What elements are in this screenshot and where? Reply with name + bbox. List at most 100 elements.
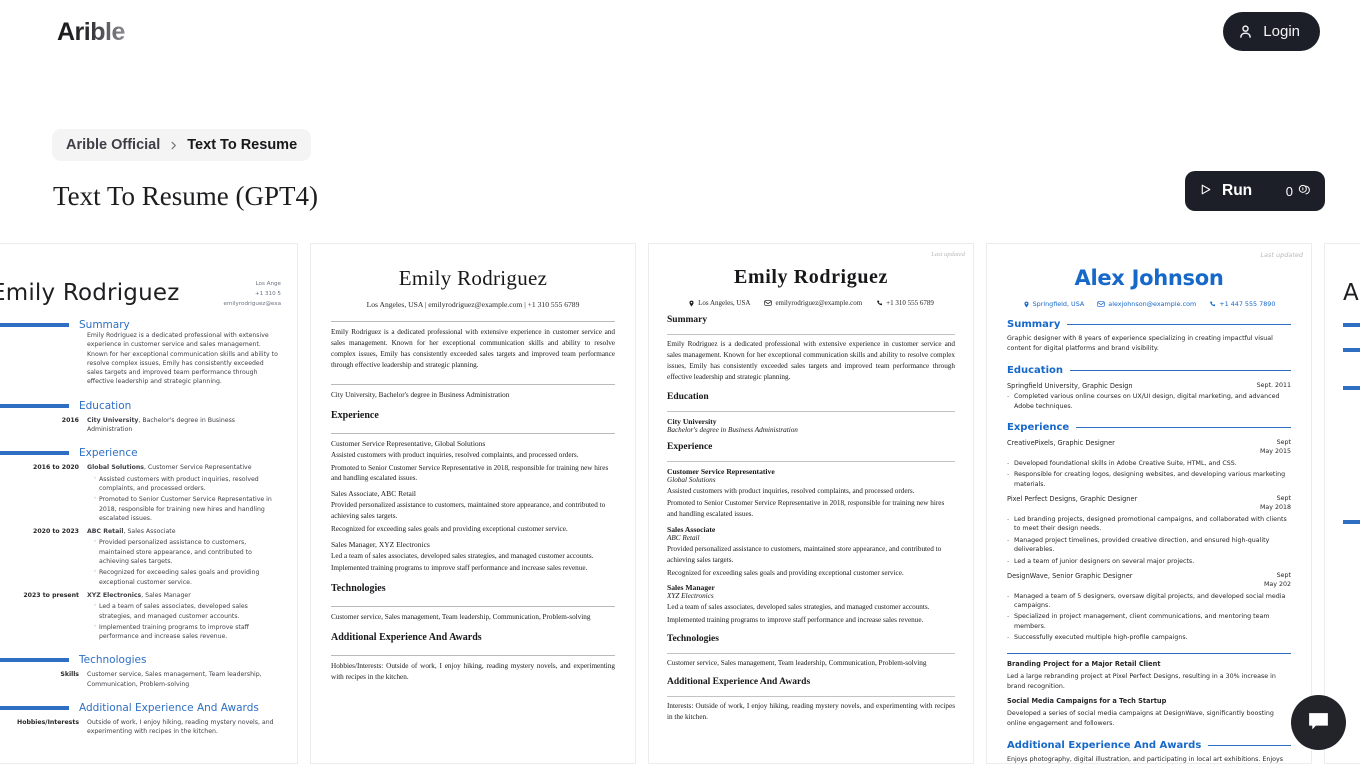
phone-icon	[1209, 301, 1216, 308]
section-additional-header: Additional Experience And Awards	[1007, 740, 1291, 751]
last-updated-label: Last updated	[931, 251, 965, 258]
resume-gallery[interactable]: Emily Rodriguez Los Ange +1 310 5 emilyr…	[0, 243, 1360, 764]
job-date: Sept May 2018	[1259, 495, 1291, 511]
section-rule	[1069, 369, 1291, 371]
contact-phone: +1 310 5	[254, 290, 281, 297]
job-row: 2020 to 2023 ABC Retail, Sales Associate	[0, 527, 279, 536]
chat-button[interactable]	[1291, 695, 1346, 750]
education-title: Springfield University, Graphic Design	[1007, 382, 1133, 391]
job-bullet: Led a team of sales associates, develope…	[667, 603, 930, 612]
section-title: Technologies	[667, 634, 719, 644]
contact-line: Los Angeles, USA | emilyrodriguez@exampl…	[366, 300, 580, 309]
job-row: Apr. 2022 to pres	[1343, 447, 1360, 456]
section-title: Technologies	[79, 654, 147, 667]
job-date: 2018 to Apr. 20	[1343, 412, 1360, 421]
job-role: , Senior Graphic Designer	[1047, 571, 1133, 580]
job-bullet: Developed foundational skills in Adobe C…	[1007, 459, 1291, 469]
login-button[interactable]: Login	[1223, 12, 1320, 51]
resume-card[interactable]: Last updated Emily Rodriguez Los Angeles…	[648, 243, 974, 764]
highlight-text: Developed a series of social media campa…	[1007, 710, 1274, 727]
job-bullet: Provided personalized assistance to cust…	[93, 537, 279, 566]
highlight-title: Social Media Campaigns for a Tech Startu…	[1007, 697, 1167, 706]
credits-value: 0	[1285, 183, 1293, 199]
job-bullet: Led branding projects, designed promotio…	[1007, 515, 1291, 534]
section-education-header: Education	[1343, 344, 1360, 356]
section-rule	[1067, 324, 1291, 325]
breadcrumb-current[interactable]: Text To Resume	[187, 137, 297, 153]
hobbies-text: Outside of work, I enjoy hiking, reading…	[87, 719, 274, 736]
additional-text: Enjoys photography, digital illustration…	[1007, 755, 1283, 763]
section-bar	[0, 706, 69, 711]
section-title: Summary	[79, 319, 130, 331]
section-bar	[1343, 386, 1360, 391]
contact-email: emilyrodriguez@exa	[223, 300, 281, 307]
job-company: DesignWave	[1007, 571, 1048, 580]
job-row: CreativePixels, Graphic Designer Sept Ma…	[1007, 439, 1291, 457]
contact-line: Los Angeles, USA emilyrodriguez@example.…	[667, 299, 955, 307]
resume-name: Alex Johnson	[1074, 266, 1224, 290]
job-row: DesignWave, Senior Graphic Designer Sept…	[1007, 572, 1291, 590]
resume-name: Alex Johnson	[1343, 280, 1360, 306]
section-summary-header: Summary	[1343, 319, 1360, 331]
phone-item: +1 310 555 6789	[876, 299, 934, 307]
location-text: Los Angeles, USA	[698, 299, 751, 307]
divider	[331, 655, 615, 657]
phone-item: +1 447 555 7890	[1209, 300, 1275, 308]
resume-card[interactable]: Last updated Alex Johnson Springfield, U…	[986, 243, 1312, 764]
education-school: Springfield University	[1007, 381, 1078, 390]
section-bar	[0, 658, 69, 663]
section-title: Education	[1007, 364, 1063, 376]
page-title: Text To Resume (GPT4)	[53, 181, 318, 211]
resume-name: Emily Rodriguez	[398, 266, 548, 290]
section-title: Additional Experience And Awards	[331, 632, 482, 644]
education-line: City University, Bachelor's degree in Bu…	[331, 390, 510, 399]
job-title: ABC Retail, Sales Associate	[87, 527, 279, 536]
job-role: , Graphic Designer	[1075, 495, 1138, 504]
resume-card[interactable]: Emily Rodriguez Los Ange +1 310 5 emilyr…	[0, 243, 298, 764]
divider	[667, 410, 955, 412]
education-text: City University, Bachelor's degree in Bu…	[87, 416, 279, 435]
job-bullet: Managed a team of 5 designers, oversaw d…	[1007, 592, 1291, 611]
run-button[interactable]: Run 0	[1185, 171, 1325, 211]
education-school: City University	[667, 416, 717, 426]
tech-text: Customer service, Sales management, Team…	[667, 659, 927, 667]
location-text: Springfield, USA	[1032, 300, 1085, 308]
skills-row: Skills Customer service, Sales managemen…	[0, 670, 279, 689]
section-title: Summary	[1007, 319, 1061, 330]
job-company: ABC Retail	[380, 489, 417, 499]
summary-text: Emily Rodriguez is a dedicated professio…	[667, 340, 955, 382]
map-pin-icon	[688, 300, 695, 307]
summary-text: Emily Rodriguez is a dedicated professio…	[331, 328, 615, 370]
email-item: alexjohnson@example.com	[1097, 300, 1196, 308]
divider	[667, 696, 955, 698]
divider	[667, 334, 955, 335]
job-company: XYZ Electronics	[378, 539, 430, 549]
breadcrumb-root[interactable]: Arible Official	[66, 137, 160, 153]
resume-card[interactable]: Last updated Alex Johnson Summary Educat…	[1324, 243, 1360, 764]
job-title: XYZ Electronics, Sales Manager	[87, 591, 279, 600]
job-bullet: Led a team of junior designers on severa…	[1007, 557, 1291, 567]
coins-icon	[1297, 183, 1311, 200]
section-bar	[0, 323, 69, 327]
app-logo[interactable]: Arible	[57, 18, 125, 47]
additional-text: Hobbies/Interests: Outside of work, I en…	[331, 662, 615, 682]
contact-location: Los Ange	[255, 281, 282, 287]
job-row: Pixel Perfect Designs, Graphic Designer …	[1007, 495, 1291, 513]
section-summary-header: Summary	[0, 319, 279, 331]
summary-text: Emily Rodriguez is a dedicated professio…	[87, 332, 278, 386]
job-date: 2023 to present	[23, 591, 79, 599]
job-role: , Graphic Designer	[1053, 439, 1115, 448]
job-row: 2018 to Apr. 20	[1343, 412, 1360, 421]
email-text: emilyrodriguez@example.com	[775, 299, 863, 307]
education-date: 2011 to May 20	[1343, 360, 1360, 369]
summary-text: Graphic designer with 8 years of experie…	[1007, 335, 1273, 352]
divider	[667, 653, 955, 654]
resume-card[interactable]: Emily Rodriguez Los Angeles, USA | emily…	[310, 243, 636, 764]
job-bullet: Successfully executed multiple high-prof…	[1007, 633, 1291, 643]
education-row: 2011 to May 20	[1343, 360, 1360, 369]
job-row: 2023 to present XYZ Electronics, Sales M…	[0, 591, 279, 600]
user-icon	[1237, 23, 1254, 40]
skills-text: Customer service, Sales management, Team…	[87, 671, 262, 688]
additional-text: Interests: Outside of work, I enjoy hiki…	[667, 702, 955, 722]
job-bullet: Recognized for exceeding sales goals and…	[93, 567, 279, 587]
